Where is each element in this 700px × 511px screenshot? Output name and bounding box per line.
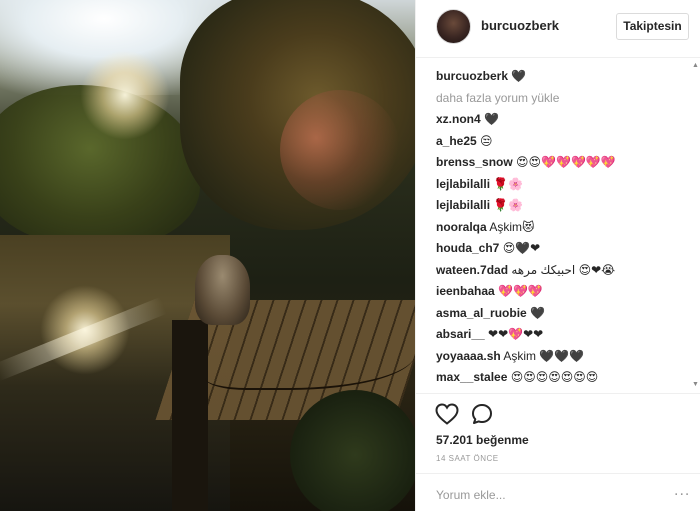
caption: burcuozberk 🖤 bbox=[436, 66, 691, 88]
ellipsis-icon[interactable]: ... bbox=[674, 482, 690, 500]
comment-text: 😍😍😍😍😍😍😍 bbox=[510, 370, 599, 384]
comment-item: wateen.7dad احبيكك مرهه 😍❤😭 bbox=[436, 260, 691, 282]
load-more-comments-row: daha fazla yorum yükle bbox=[436, 88, 691, 110]
caption-username[interactable]: burcuozberk bbox=[436, 69, 508, 83]
load-more-comments-link[interactable]: daha fazla yorum yükle bbox=[436, 91, 559, 105]
comment-item: lejlabilalli 🌹🌸 bbox=[436, 174, 691, 196]
comment-text: ❤❤💖❤❤ bbox=[488, 327, 544, 341]
comment-username[interactable]: ieenbahaa bbox=[436, 284, 495, 298]
post-photo[interactable] bbox=[0, 0, 415, 511]
comment-username[interactable]: a_he25 bbox=[436, 134, 477, 148]
post-header: burcuozberk Takiptesin bbox=[416, 0, 700, 58]
comment-scrollbar[interactable]: ▲ ▼ bbox=[691, 58, 699, 393]
post-actions: 57.201 beğenme 14 SAAT ÖNCE bbox=[416, 393, 700, 473]
comment-text: 😍🖤❤ bbox=[502, 241, 541, 255]
comment-text: Aşkim 🖤🖤🖤 bbox=[503, 348, 585, 363]
comment-item: nooralqa Aşkim😻 bbox=[436, 217, 691, 239]
comment-text: 🌹🌸 bbox=[493, 198, 524, 212]
comment-username[interactable]: lejlabilalli bbox=[436, 198, 490, 212]
author-avatar[interactable] bbox=[436, 9, 471, 44]
comment-item: absari__ ❤❤💖❤❤ bbox=[436, 324, 691, 346]
comment-text: 🌹🌸 bbox=[493, 176, 524, 191]
comment-item: yoyaaaa.sh Aşkim 🖤🖤🖤 bbox=[436, 346, 691, 368]
comment-text: 😍😍💖💖💖💖💖 bbox=[516, 155, 616, 169]
comment-text: Aşkim😻 bbox=[489, 219, 535, 234]
comment-item: xz.non4 🖤 bbox=[436, 109, 691, 131]
comment-item: brenss_snow 😍😍💖💖💖💖💖 bbox=[436, 152, 691, 174]
comment-username[interactable]: yoyaaaa.sh bbox=[436, 349, 501, 363]
comment-text: 🖤 bbox=[484, 112, 499, 126]
caption-text: 🖤 bbox=[511, 69, 527, 83]
post-timestamp[interactable]: 14 SAAT ÖNCE bbox=[436, 454, 499, 463]
comment-text: 😒 bbox=[480, 133, 493, 148]
speech-bubble-icon[interactable] bbox=[471, 403, 493, 425]
photo-bush bbox=[290, 390, 415, 511]
comment-username[interactable]: nooralqa bbox=[436, 220, 487, 234]
comment-text: 💖💖💖 bbox=[498, 284, 543, 298]
comment-username[interactable]: asma_al_ruobie bbox=[436, 306, 527, 320]
comment-item: ieenbahaa 💖💖💖 bbox=[436, 281, 691, 303]
comment-item: a_he25 😒 bbox=[436, 131, 691, 153]
add-comment-input[interactable] bbox=[436, 486, 656, 504]
post-side-panel: burcuozberk Takiptesin burcuozberk 🖤 dah… bbox=[415, 0, 700, 511]
comment-item: max__stalee 😍😍😍😍😍😍😍 bbox=[436, 367, 691, 389]
comment-username[interactable]: absari__ bbox=[436, 327, 485, 341]
comment-username[interactable]: lejlabilalli bbox=[436, 177, 490, 191]
photo-blossoms bbox=[280, 90, 400, 210]
scroll-down-arrow-icon[interactable]: ▼ bbox=[692, 381, 699, 388]
follow-button[interactable]: Takiptesin bbox=[616, 13, 689, 40]
photo-sun bbox=[80, 50, 170, 140]
comment-username[interactable]: xz.non4 bbox=[436, 112, 481, 126]
comment-item: lejlabilalli 🌹🌸 bbox=[436, 195, 691, 217]
comment-text: احبيكك مرهه 😍❤😭 bbox=[511, 262, 616, 277]
heart-outline-icon[interactable] bbox=[435, 403, 459, 425]
comment-text: 🖤 bbox=[530, 305, 546, 320]
scroll-up-arrow-icon[interactable]: ▲ bbox=[692, 62, 699, 69]
comment-item: houda_ch7 😍🖤❤ bbox=[436, 238, 691, 260]
author-username[interactable]: burcuozberk bbox=[481, 18, 559, 33]
comment-item: asma_al_ruobie 🖤 bbox=[436, 303, 691, 325]
comment-username[interactable]: houda_ch7 bbox=[436, 241, 499, 255]
comment-username[interactable]: brenss_snow bbox=[436, 155, 513, 169]
add-comment-bar: ... bbox=[416, 473, 700, 511]
like-count[interactable]: 57.201 beğenme bbox=[436, 433, 529, 447]
comment-username[interactable]: wateen.7dad bbox=[436, 263, 508, 277]
photo-person bbox=[195, 255, 250, 325]
comment-username[interactable]: max__stalee bbox=[436, 370, 507, 384]
photo-dock-post bbox=[172, 320, 208, 511]
comment-list: burcuozberk 🖤 daha fazla yorum yükle xz.… bbox=[436, 66, 691, 393]
